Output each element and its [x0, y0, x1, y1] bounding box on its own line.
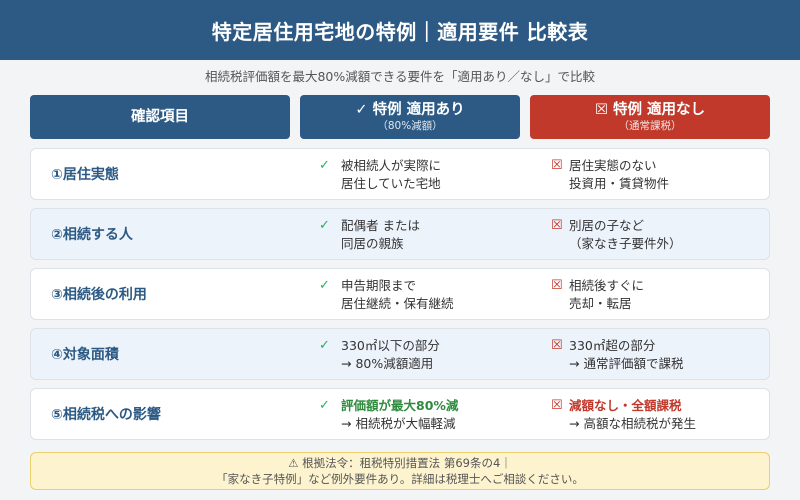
column-header-applicable: ✓ 特例 適用あり （80%減額） — [300, 95, 520, 139]
cell-line: 居住していた宅地 — [341, 176, 441, 191]
column-header-not-applicable-label: ☒ 特例 適用なし — [594, 102, 706, 118]
row-item-label: ②相続する人 — [51, 227, 133, 243]
column-header-not-applicable: ☒ 特例 適用なし （通常課税） — [530, 95, 770, 139]
check-icon: ✓ — [319, 338, 330, 353]
not-applicable-cell: 相続後すぐに 売却・転居 — [569, 277, 769, 313]
footer-line-legal: ⚠ 根拠法令：租税特別措置法 第69条の4｜ — [288, 456, 512, 470]
applicable-cell: 評価額が最大80%減 → 相続税が大幅軽減 — [341, 397, 551, 433]
x-box-icon: ☒ — [551, 338, 563, 353]
row-item-label: ①居住実態 — [51, 167, 119, 183]
row-item-label: ③相続後の利用 — [51, 287, 147, 303]
footer-note: ⚠ 根拠法令：租税特別措置法 第69条の4｜ 「家なき子特例」など例外要件あり。… — [30, 452, 770, 490]
cell-line: → 通常評価額で課税 — [569, 356, 684, 371]
x-box-icon: ☒ — [551, 218, 563, 233]
x-box-icon: ☒ — [551, 158, 563, 173]
x-box-icon: ☒ — [551, 398, 563, 413]
row-item-label: ④対象面積 — [51, 347, 119, 363]
check-icon: ✓ — [319, 278, 330, 293]
cell-line: → 高額な相続税が発生 — [569, 416, 696, 431]
applicable-cell: 330㎡以下の部分 → 80%減額適用 — [341, 337, 551, 373]
column-header-applicable-label: ✓ 特例 適用あり — [355, 102, 465, 118]
check-icon: ✓ — [319, 218, 330, 233]
cell-line: 相続後すぐに — [569, 278, 645, 293]
table-row: ③相続後の利用 ✓ 申告期限まで 居住継続・保有継続 ☒ 相続後すぐに 売却・転… — [30, 268, 770, 320]
column-header-applicable-sub: （80%減額） — [377, 120, 443, 132]
page-title: 特定居住用宅地の特例｜適用要件 比較表 — [211, 19, 589, 44]
not-applicable-cell: 330㎡超の部分 → 通常評価額で課税 — [569, 337, 769, 373]
check-icon: ✓ — [319, 398, 330, 413]
page-subtitle: 相続税評価額を最大80%減額できる要件を「適用あり／なし」で比較 — [204, 69, 596, 84]
cell-line: 別居の子など — [569, 218, 645, 233]
row-item-label: ⑤相続税への影響 — [51, 407, 161, 423]
column-header-not-applicable-sub: （通常課税） — [618, 120, 682, 132]
page-header: 特定居住用宅地の特例｜適用要件 比較表 — [0, 0, 800, 60]
cell-line: → 相続税が大幅軽減 — [341, 416, 456, 431]
table-row: ②相続する人 ✓ 配偶者 または 同居の親族 ☒ 別居の子など （家なき子要件外… — [30, 208, 770, 260]
not-applicable-cell: 居住実態のない 投資用・賃貸物件 — [569, 157, 769, 193]
column-header-item-label: 確認項目 — [131, 109, 189, 125]
cell-line: （家なき子要件外） — [569, 236, 682, 251]
cell-line-highlight: 減額なし・全額課税 — [569, 398, 682, 413]
cell-line: 投資用・賃貸物件 — [569, 176, 670, 191]
cell-line: 居住継続・保有継続 — [341, 296, 454, 311]
check-icon: ✓ — [319, 158, 330, 173]
cell-line: 被相続人が実際に — [341, 158, 442, 173]
cell-line: 330㎡以下の部分 — [341, 338, 440, 353]
table-row: ⑤相続税への影響 ✓ 評価額が最大80%減 → 相続税が大幅軽減 ☒ 減額なし・… — [30, 388, 770, 440]
column-header-item: 確認項目 — [30, 95, 290, 139]
not-applicable-cell: 別居の子など （家なき子要件外） — [569, 217, 769, 253]
table-row: ①居住実態 ✓ 被相続人が実際に 居住していた宅地 ☒ 居住実態のない 投資用・… — [30, 148, 770, 200]
applicable-cell: 被相続人が実際に 居住していた宅地 — [341, 157, 551, 193]
cell-line: 配偶者 または — [341, 218, 420, 233]
cell-line: 330㎡超の部分 — [569, 338, 656, 353]
cell-line: 申告期限まで — [341, 278, 417, 293]
cell-line: 同居の親族 — [341, 236, 404, 251]
footer-line-advice: 「家なき子特例」など例外要件あり。詳細は税理士へご相談ください。 — [216, 472, 584, 486]
not-applicable-cell: 減額なし・全額課税 → 高額な相続税が発生 — [569, 397, 769, 433]
cell-line-highlight: 評価額が最大80%減 — [341, 398, 459, 413]
applicable-cell: 申告期限まで 居住継続・保有継続 — [341, 277, 551, 313]
table-row: ④対象面積 ✓ 330㎡以下の部分 → 80%減額適用 ☒ 330㎡超の部分 →… — [30, 328, 770, 380]
cell-line: → 80%減額適用 — [341, 356, 434, 371]
cell-line: 売却・転居 — [569, 296, 632, 311]
x-box-icon: ☒ — [551, 278, 563, 293]
cell-line: 居住実態のない — [569, 158, 657, 173]
applicable-cell: 配偶者 または 同居の親族 — [341, 217, 551, 253]
